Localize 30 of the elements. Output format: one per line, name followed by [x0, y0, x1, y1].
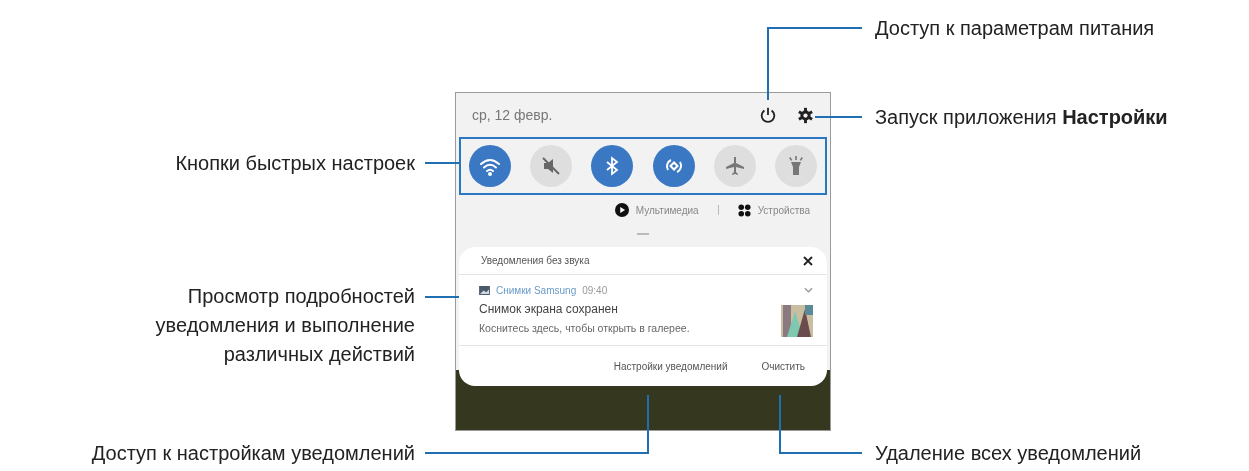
date-text: ср, 12 февр.	[472, 107, 554, 123]
expand-caret-icon[interactable]	[804, 287, 813, 293]
notification-header: Уведомления без звука	[481, 255, 590, 266]
leader-line	[424, 162, 461, 164]
close-icon[interactable]	[803, 255, 813, 266]
notification-title: Снимок экрана сохранен	[479, 302, 619, 316]
callout-label: Запуск приложения Настройки	[875, 105, 1169, 130]
drag-handle[interactable]	[637, 233, 649, 235]
gallery-icon	[479, 286, 490, 295]
settings-icon[interactable]	[797, 106, 814, 124]
bluetooth-toggle[interactable]	[591, 145, 634, 187]
callout-label: Доступ к параметрам питания	[875, 16, 1156, 41]
grid-icon[interactable]	[737, 203, 751, 217]
callout-label: Кнопки быстрых настроек	[174, 151, 415, 176]
play-icon[interactable]	[614, 203, 629, 217]
app-name: Снимки Samsung	[496, 285, 577, 296]
sync-toggle[interactable]	[652, 145, 695, 187]
airplane-toggle[interactable]	[713, 145, 756, 187]
power-icon[interactable]	[759, 106, 777, 124]
notification-time: 09:40	[582, 285, 608, 296]
callout-label: Доступ к настройкам уведомлений	[90, 441, 415, 466]
wifi-toggle[interactable]	[469, 145, 511, 187]
notification-text: Коснитесь здесь, чтобы открыть в галерее.	[479, 322, 691, 334]
flashlight-toggle[interactable]	[774, 145, 817, 187]
clear-button[interactable]: Очистить	[757, 358, 809, 374]
callout-label: Удаление всех уведомлений	[875, 441, 1143, 466]
callout-label: Просмотр подробностей уведомления и выполнение различных действий	[154, 284, 415, 367]
sound-toggle[interactable]	[530, 145, 573, 187]
notification-settings-button[interactable]: Настройки уведомлений	[609, 358, 732, 374]
leader-line	[814, 116, 863, 118]
